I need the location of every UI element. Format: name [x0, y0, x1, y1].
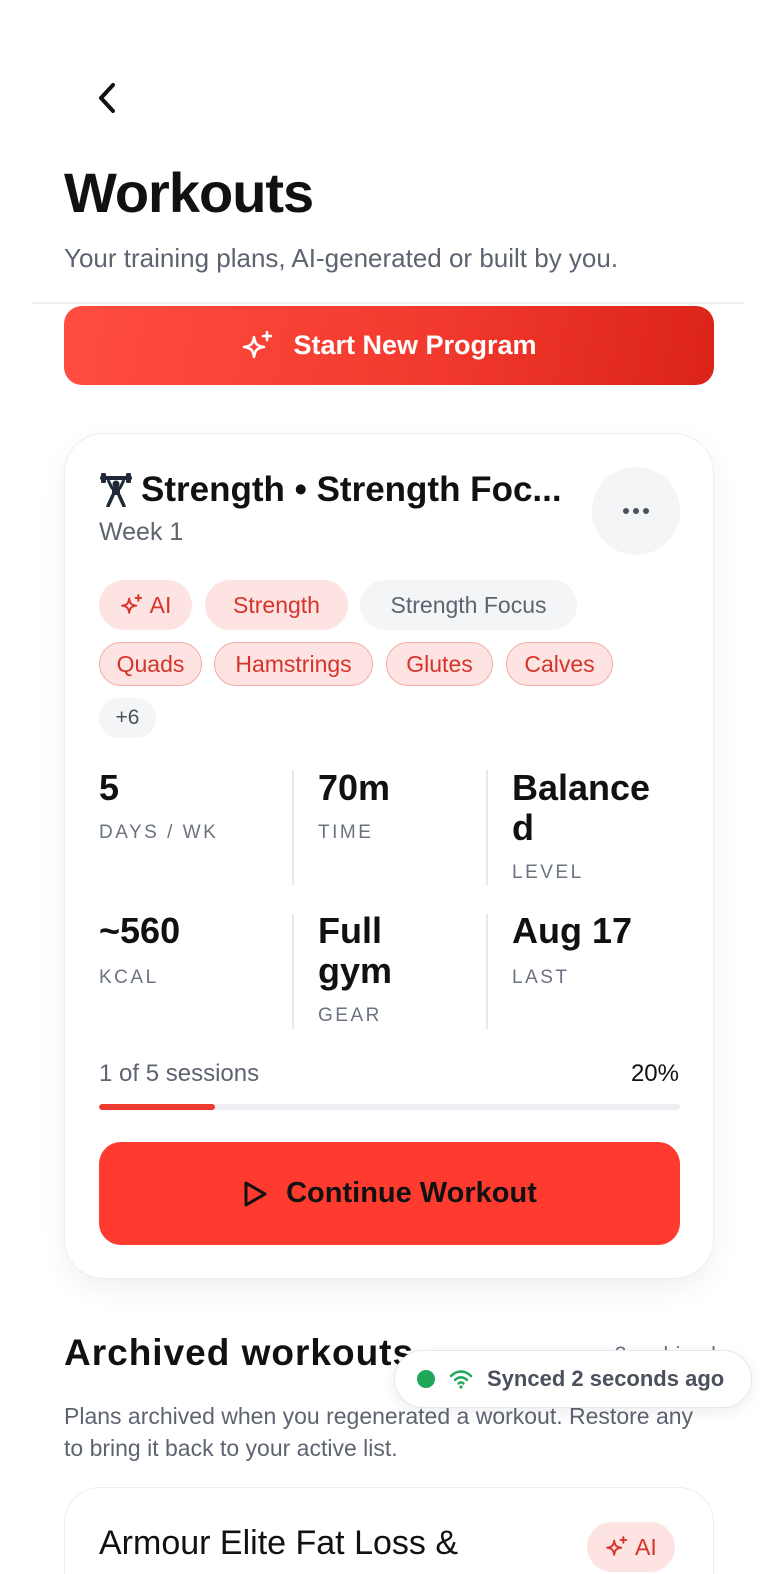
sparkles-icon [243, 330, 273, 358]
stat-kcal-label: KCAL [99, 967, 159, 988]
wifi-icon [449, 1370, 473, 1389]
progress-percent: 20% [630, 1060, 679, 1087]
page-subtitle: Your training plans, AI-generated or bui… [64, 243, 619, 273]
archived-program-card[interactable]: Armour Elite Fat Loss & AI [64, 1487, 714, 1574]
header-divider [32, 302, 744, 304]
archived-ai-badge: AI [587, 1522, 675, 1572]
continue-workout-button[interactable]: Continue Workout [99, 1142, 680, 1245]
archived-program-title: Armour Elite Fat Loss & [99, 1524, 459, 1562]
page-title: Workouts [64, 161, 314, 224]
stat-gear-value: Full gym [318, 910, 393, 991]
chevron-left-icon [99, 83, 115, 113]
stat-gear-label: GEAR [318, 1005, 382, 1026]
sync-status-toast: Synced 2 seconds ago [394, 1350, 752, 1408]
archived-description: Plans archived when you regenerated a wo… [64, 1403, 694, 1461]
more-horizontal-icon [623, 508, 649, 514]
stat-divider [486, 914, 488, 1029]
stat-days-value: 5 [99, 767, 120, 808]
tag-focus: Strength Focus [360, 580, 577, 630]
program-week: Week 1 [99, 518, 184, 546]
start-new-program-label: Start New Program [293, 330, 537, 360]
back-button[interactable] [84, 74, 132, 122]
tag-ai-label: AI [149, 591, 172, 618]
muscle-chip: Calves [506, 642, 613, 686]
play-icon [244, 1181, 267, 1206]
tag-ai: AI [99, 580, 192, 630]
muscle-chip: Hamstrings [214, 642, 373, 686]
more-options-button[interactable] [592, 467, 680, 555]
stat-level-value: Balance d [512, 767, 651, 848]
stat-divider [486, 770, 488, 885]
start-new-program-button[interactable]: Start New Program [64, 306, 714, 385]
stat-last-label: LAST [512, 967, 570, 988]
muscle-chip: Glutes [386, 642, 493, 686]
sparkles-icon [606, 1536, 628, 1556]
stat-divider [292, 914, 294, 1029]
weightlifter-icon [100, 473, 132, 507]
progress-bar [99, 1104, 680, 1110]
continue-workout-label: Continue Workout [286, 1177, 537, 1209]
muscle-chip: Quads [99, 642, 202, 686]
stat-time-label: TIME [318, 822, 374, 843]
progress-bar-fill [99, 1104, 216, 1110]
stat-level-label: LEVEL [512, 862, 584, 883]
program-title-row: Strength • Strength Foc... [99, 470, 569, 510]
stat-last-value: Aug 17 [512, 910, 633, 951]
more-muscles-chip: +6 [99, 698, 156, 738]
archived-ai-label: AI [635, 1533, 657, 1560]
archived-section-title: Archived workouts [64, 1332, 415, 1373]
program-title: Strength • Strength Foc... [141, 470, 562, 509]
stat-time-value: 70m [318, 767, 391, 808]
sync-status-dot [417, 1370, 435, 1388]
sync-status-text: Synced 2 seconds ago [487, 1366, 725, 1391]
tag-strength: Strength [205, 580, 348, 630]
active-program-card[interactable]: Strength • Strength Foc... Week 1 AI Str… [64, 433, 714, 1279]
sessions-progress-text: 1 of 5 sessions [99, 1060, 260, 1087]
stat-kcal-value: ~560 [99, 910, 181, 951]
stat-days-label: DAYS / WK [99, 822, 219, 843]
stat-divider [292, 770, 294, 885]
sparkles-icon [120, 594, 142, 614]
